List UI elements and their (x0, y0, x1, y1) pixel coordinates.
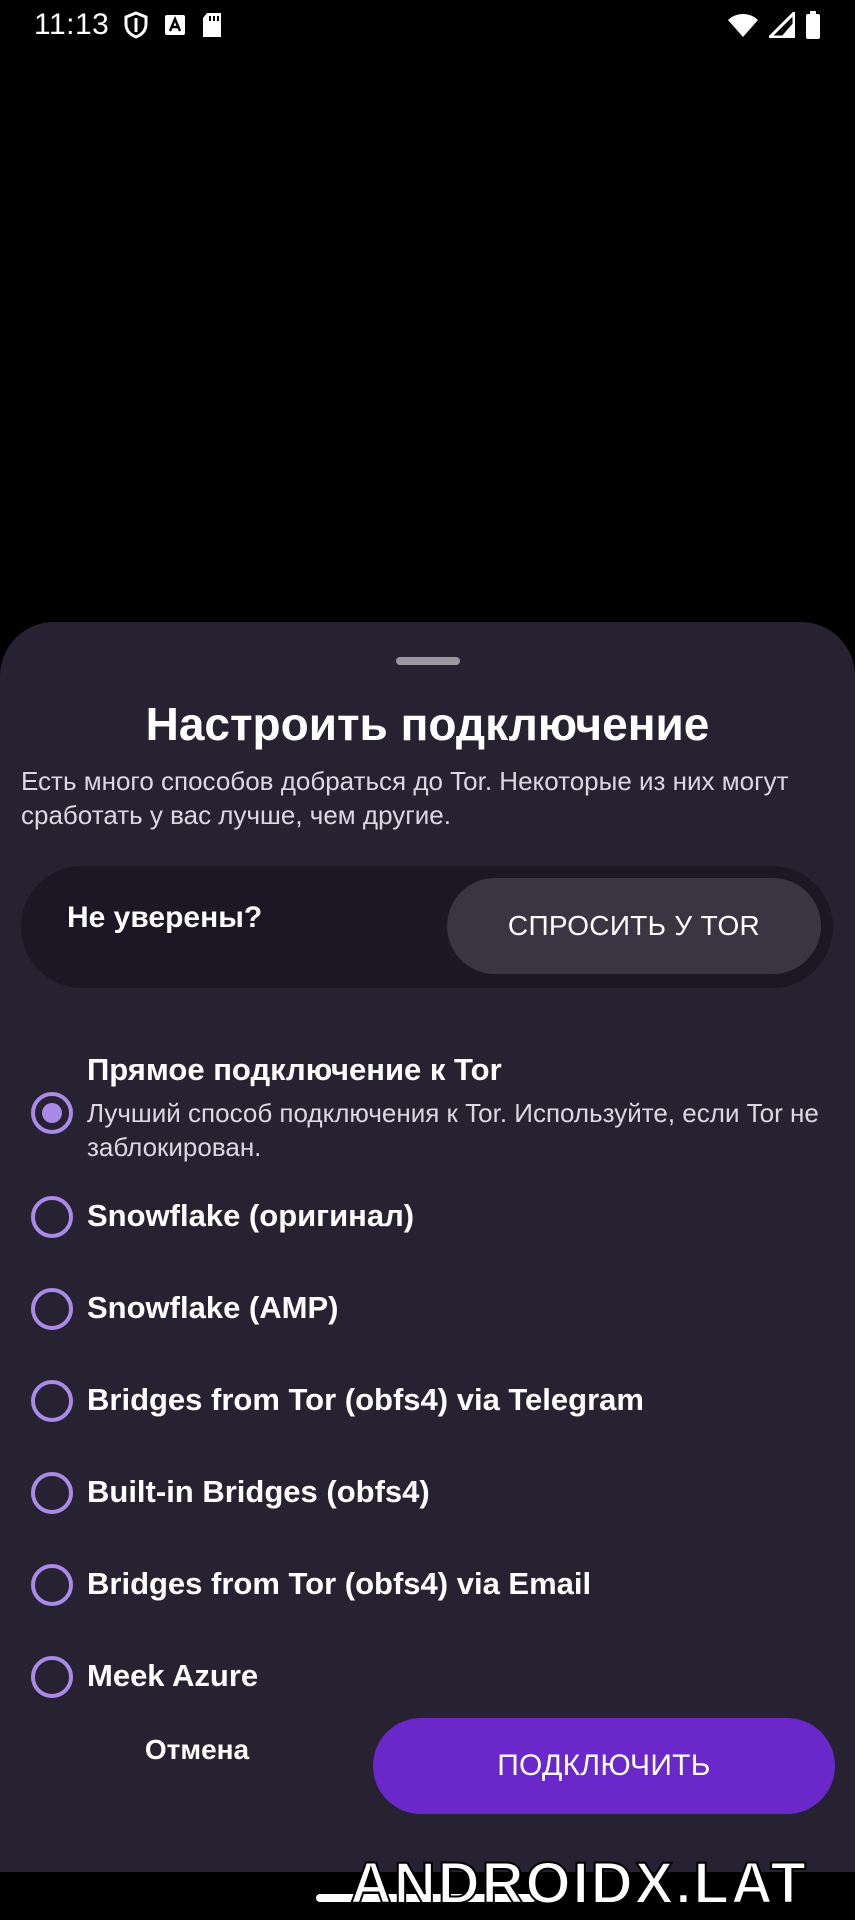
radio-button-selected[interactable] (31, 1092, 73, 1134)
ask-tor-button[interactable]: СПРОСИТЬ У TOR (447, 878, 821, 974)
option-label: Meek Azure (87, 1658, 259, 1693)
signal-icon (769, 12, 795, 38)
option-label: Built-in Bridges (obfs4) (87, 1474, 430, 1509)
option-label: Snowflake (AMP) (87, 1290, 339, 1325)
option-label: Bridges from Tor (obfs4) via Telegram (87, 1382, 644, 1417)
connection-sheet: Настроить подключение Есть много способо… (0, 622, 855, 1872)
ask-tor-card: Не уверены? СПРОСИТЬ У TOR (21, 866, 833, 988)
a-badge-icon (163, 13, 187, 37)
ask-label: Не уверены? (67, 901, 263, 934)
radio-button[interactable] (31, 1196, 73, 1238)
sd-card-icon (201, 12, 223, 38)
option-label: Прямое подключение к Tor (87, 1052, 502, 1087)
radio-button[interactable] (31, 1288, 73, 1330)
status-time: 11:13 (34, 8, 110, 41)
battery-icon (805, 11, 821, 39)
status-right (727, 11, 821, 39)
radio-button[interactable] (31, 1472, 73, 1514)
option-description: Лучший способ подключения к Tor. Использ… (87, 1098, 819, 1162)
shield-icon (123, 11, 149, 39)
sheet-subtitle: Есть много способов добраться до Tor. Не… (21, 766, 789, 830)
radio-button[interactable] (31, 1564, 73, 1606)
radio-button[interactable] (31, 1380, 73, 1422)
cancel-button[interactable]: Отмена (110, 1720, 284, 1780)
option-label: Snowflake (оригинал) (87, 1198, 415, 1233)
drag-handle[interactable] (396, 657, 460, 665)
watermark: ANDROIDX.LAT (349, 1850, 808, 1917)
sheet-title: Настроить подключение (145, 698, 710, 750)
wifi-icon (727, 12, 759, 38)
status-bar: 11:13 (0, 0, 855, 50)
connect-button[interactable]: ПОДКЛЮЧИТЬ (373, 1718, 835, 1814)
status-left: 11:13 (34, 8, 223, 42)
option-label: Bridges from Tor (obfs4) via Email (87, 1566, 592, 1601)
radio-button[interactable] (31, 1656, 73, 1698)
